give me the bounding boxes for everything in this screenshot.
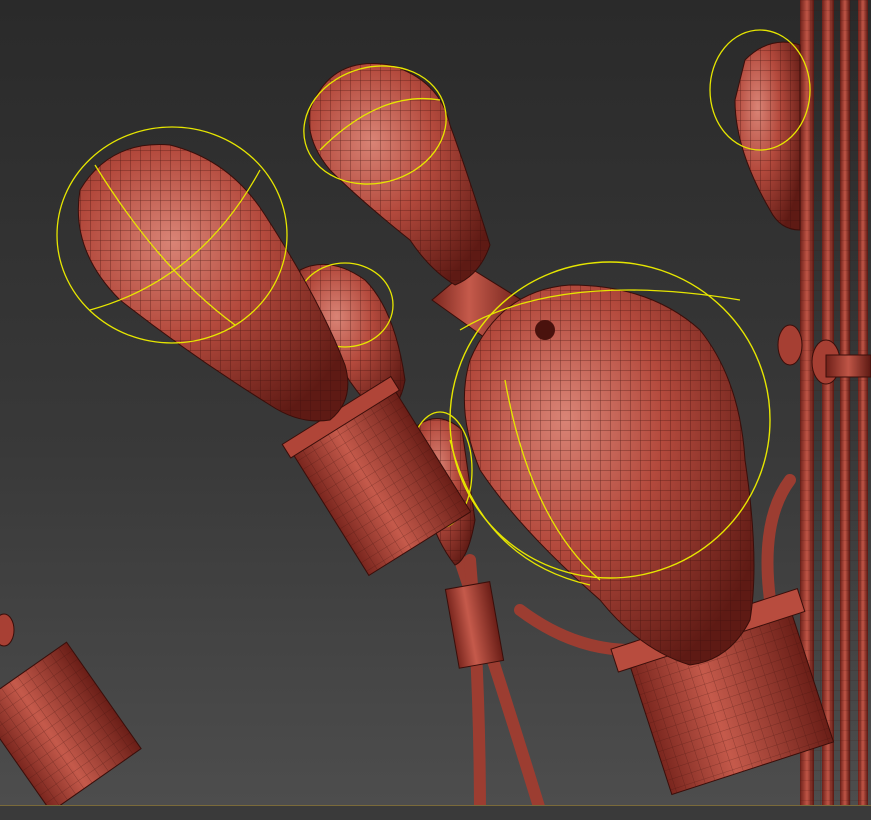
3d-viewport[interactable]	[0, 0, 871, 820]
socket-bottom-left[interactable]	[0, 613, 142, 813]
bulb-top-right[interactable]	[709, 29, 811, 231]
viewport-bottom-edge	[0, 805, 871, 820]
scene-canvas[interactable]	[0, 0, 871, 820]
